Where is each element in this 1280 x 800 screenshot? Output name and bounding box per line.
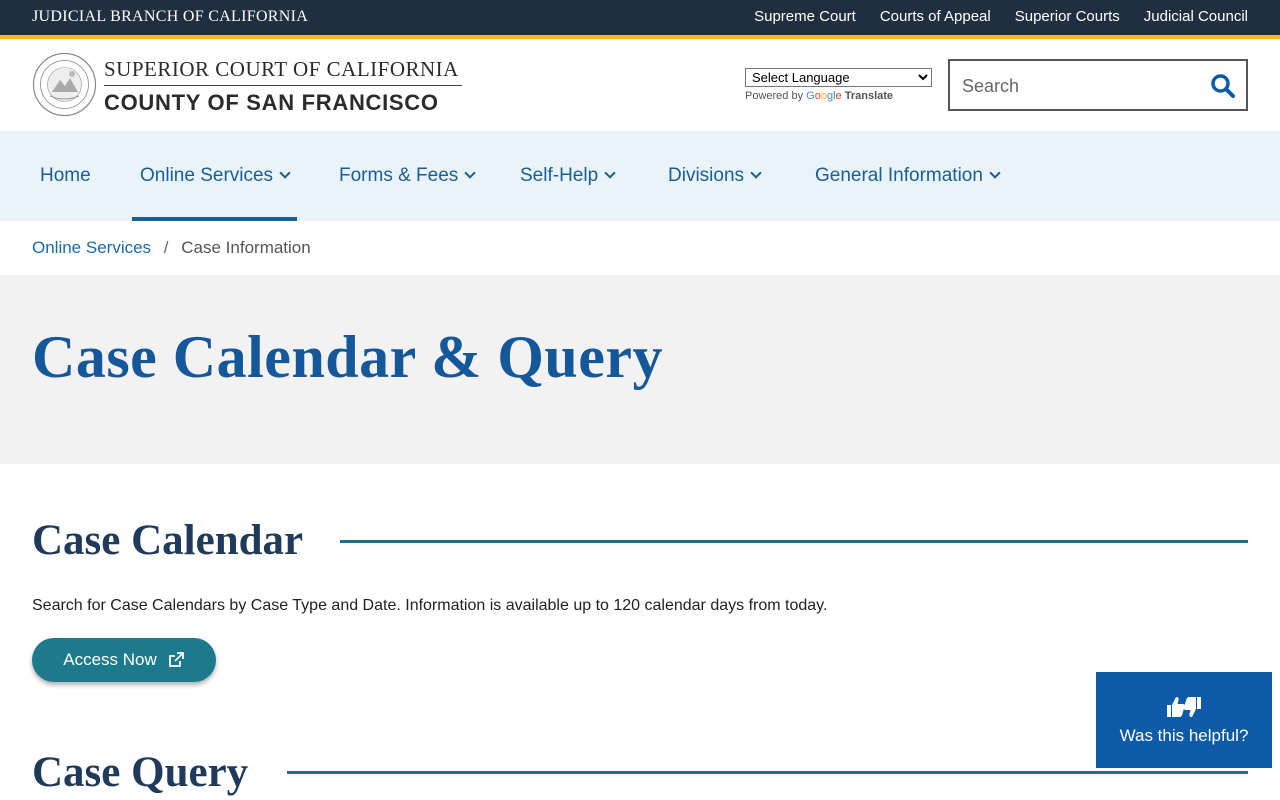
page-title: Case Calendar & Query	[32, 324, 664, 390]
language-select[interactable]: Select Language	[745, 68, 932, 87]
chevron-down-icon	[279, 167, 291, 179]
feedback-widget[interactable]: Was this helpful?	[1096, 672, 1272, 768]
google-wordmark: Google	[806, 90, 842, 102]
access-now-button[interactable]: Access Now	[32, 638, 216, 682]
chevron-down-icon	[604, 167, 616, 179]
case-query-divider	[287, 771, 1248, 774]
nav-item-divisions[interactable]: Divisions	[668, 131, 762, 221]
court-name[interactable]: SUPERIOR COURT OF CALIFORNIA COUNTY OF S…	[104, 57, 464, 116]
nav-item-online-services[interactable]: Online Services	[131, 131, 298, 221]
nav-item-self-help[interactable]: Self-Help	[520, 131, 616, 221]
breadcrumb-current: Case Information	[181, 238, 311, 257]
breadcrumb-online-services[interactable]: Online Services	[32, 238, 151, 257]
judicial-branch-title[interactable]: JUDICIAL BRANCH OF CALIFORNIA	[32, 8, 308, 26]
top-link-judicial-council[interactable]: Judicial Council	[1144, 8, 1248, 25]
case-calendar-divider	[340, 540, 1248, 543]
search-button[interactable]	[1208, 71, 1238, 101]
search-icon	[1211, 74, 1235, 98]
court-name-line1: SUPERIOR COURT OF CALIFORNIA	[104, 57, 459, 81]
thumbs-up-down-icon	[1167, 697, 1201, 717]
page-hero: Case Calendar & Query	[0, 275, 1280, 464]
top-links: Supreme Court Courts of Appeal Superior …	[754, 8, 1248, 25]
search-input[interactable]	[962, 73, 1192, 99]
nav-item-general-information[interactable]: General Information	[815, 131, 1001, 221]
case-calendar-heading: Case Calendar	[32, 517, 304, 564]
external-link-icon	[168, 652, 184, 667]
chevron-down-icon	[989, 167, 1001, 179]
top-link-superior-courts[interactable]: Superior Courts	[1015, 8, 1120, 25]
top-link-supreme-court[interactable]: Supreme Court	[754, 8, 856, 25]
breadcrumb-separator: /	[163, 238, 169, 257]
nav-item-home[interactable]: Home	[40, 131, 91, 221]
chevron-down-icon	[750, 167, 762, 179]
top-utility-bar: JUDICIAL BRANCH OF CALIFORNIA Supreme Co…	[0, 0, 1280, 35]
nav-item-forms-fees[interactable]: Forms & Fees	[339, 131, 476, 221]
google-translate-credit[interactable]: Powered by Google Translate	[745, 90, 893, 102]
court-seal-icon[interactable]	[32, 52, 97, 117]
case-calendar-description: Search for Case Calendars by Case Type a…	[32, 597, 828, 614]
site-search	[948, 59, 1248, 111]
case-query-heading: Case Query	[32, 749, 249, 796]
top-link-courts-of-appeal[interactable]: Courts of Appeal	[880, 8, 991, 25]
feedback-label: Was this helpful?	[1119, 726, 1249, 745]
main-navigation: Home Online Services Forms & Fees Self-H…	[0, 131, 1280, 221]
chevron-down-icon	[464, 167, 476, 179]
site-header: SUPERIOR COURT OF CALIFORNIA COUNTY OF S…	[0, 39, 1280, 131]
court-name-line2: COUNTY OF SAN FRANCISCO	[104, 90, 439, 115]
court-name-divider	[104, 85, 462, 86]
breadcrumb: Online Services / Case Information	[32, 238, 311, 258]
